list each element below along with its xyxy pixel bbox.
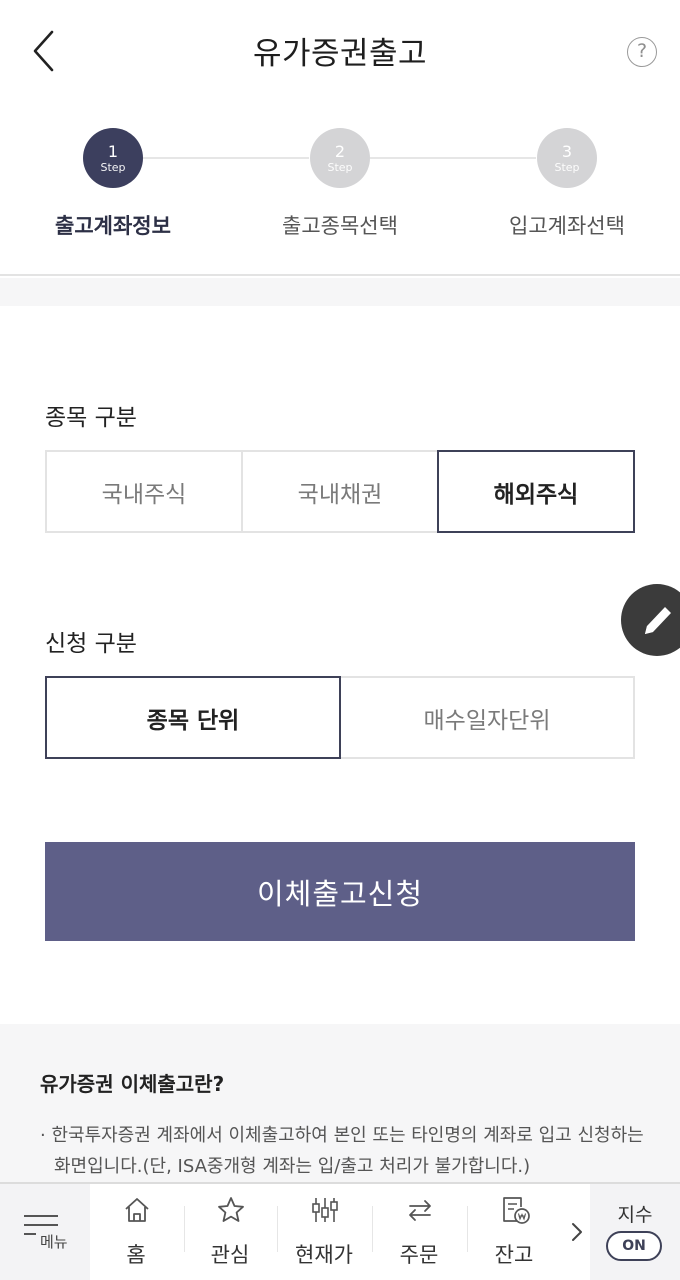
item-type-domestic-bond[interactable]: 국내채권 — [241, 450, 439, 533]
step-label: 입고계좌선택 — [509, 214, 625, 238]
step-label: 출고계좌정보 — [55, 214, 171, 238]
step-number: 2 — [334, 141, 346, 161]
request-type-by-item[interactable]: 종목 단위 — [45, 676, 341, 759]
nav-label: 관심 — [210, 1243, 250, 1267]
step-3: 3 Step 입고계좌선택 — [482, 128, 652, 240]
info-text: · 한국투자증권 계좌에서 이체출고하여 본인 또는 타인명의 계좌로 입고 신… — [40, 1125, 644, 1177]
nav-label: 주문 — [399, 1243, 439, 1267]
request-type-selector: 종목 단위 매수일자단위 — [45, 676, 635, 759]
menu-label: 메뉴 — [40, 1233, 68, 1251]
star-icon — [218, 1197, 244, 1222]
nav-label: 현재가 — [295, 1243, 353, 1267]
balance-icon — [503, 1197, 530, 1224]
step-circle: 2 Step — [310, 128, 370, 188]
nav-balance[interactable]: 잔고 — [468, 1184, 560, 1280]
step-circle: 3 Step — [537, 128, 597, 188]
nav-label: 홈 — [126, 1243, 146, 1267]
step-number: 3 — [561, 141, 573, 161]
stepper: 1 Step 출고계좌정보 2 Step 출고종목선택 3 Step 입고계좌선… — [0, 100, 680, 276]
item-type-selector: 국내주식 국내채권 해외주식 — [45, 450, 635, 533]
transfer-icon — [409, 1200, 431, 1221]
step-label: 출고종목선택 — [282, 214, 398, 238]
index-toggle[interactable]: ON — [606, 1231, 662, 1261]
step-1: 1 Step 출고계좌정보 — [28, 128, 198, 240]
item-type-foreign-stock[interactable]: 해외주식 — [437, 450, 635, 533]
edit-fab-button[interactable] — [621, 584, 680, 656]
section-divider — [0, 278, 680, 306]
index-label: 지수 — [617, 1204, 653, 1226]
item-type-domestic-stock[interactable]: 국내주식 — [45, 450, 243, 533]
nav-watchlist[interactable]: 관심 — [184, 1184, 276, 1280]
step-sub-label: Step — [327, 160, 353, 174]
home-icon — [125, 1198, 149, 1222]
nav-label: 잔고 — [494, 1243, 534, 1267]
nav-order[interactable]: 주문 — [373, 1184, 465, 1280]
request-type-by-purchase-date[interactable]: 매수일자단위 — [339, 676, 635, 759]
request-type-label: 신청 구분 — [45, 631, 137, 657]
page-title: 유가증권출고 — [252, 36, 428, 72]
index-panel: 지수 ON — [590, 1184, 680, 1280]
step-sub-label: Step — [554, 160, 580, 174]
pencil-icon — [645, 607, 671, 634]
help-icon[interactable]: ? — [627, 37, 657, 67]
step-circle: 1 Step — [83, 128, 143, 188]
info-panel: 유가증권 이체출고란? · 한국투자증권 계좌에서 이체출고하여 본인 또는 타… — [0, 1024, 680, 1184]
info-title: 유가증권 이체출고란? — [40, 1072, 225, 1096]
step-2: 2 Step 출고종목선택 — [255, 128, 425, 240]
step-number: 1 — [107, 141, 119, 161]
nav-more-button[interactable] — [566, 1214, 588, 1250]
item-type-label: 종목 구분 — [45, 405, 137, 431]
nav-home[interactable]: 홈 — [90, 1184, 182, 1280]
candlestick-icon — [312, 1198, 338, 1222]
bottom-nav: 메뉴 홈 관심 현재가 주문 잔고 지수 ON — [0, 1182, 680, 1280]
transfer-out-submit-button[interactable]: 이체출고신청 — [45, 842, 635, 941]
nav-current-price[interactable]: 현재가 — [278, 1184, 370, 1280]
chevron-right-icon — [572, 1223, 582, 1241]
step-sub-label: Step — [100, 160, 126, 174]
header: 유가증권출고 ? — [0, 0, 680, 100]
menu-button[interactable]: 메뉴 — [0, 1184, 90, 1280]
